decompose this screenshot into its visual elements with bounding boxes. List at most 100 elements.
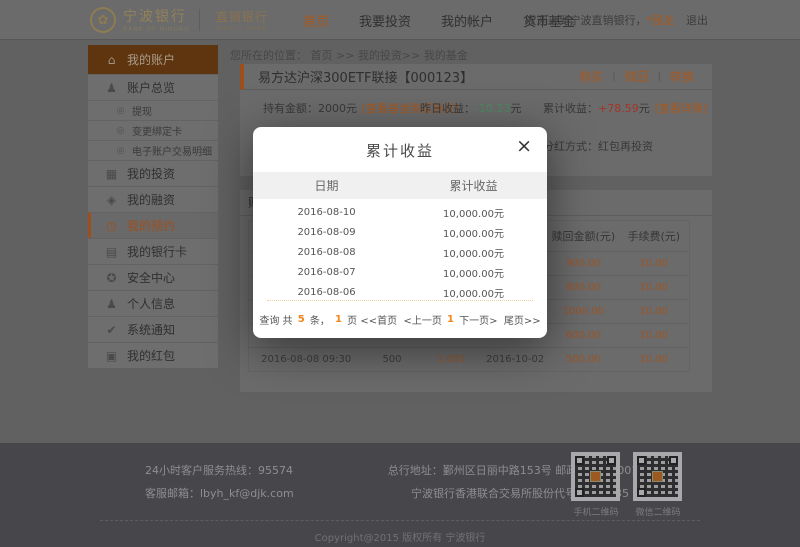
modal-cell: 10,000.00元 bbox=[443, 208, 504, 220]
fund-action-1[interactable]: 赎回 bbox=[625, 68, 649, 85]
top-header: ✿ 宁波银行 BANK OF NINGBO 直销银行 DIRECT BANK 首… bbox=[0, 0, 800, 40]
invest-icon: ▦ bbox=[105, 166, 118, 181]
action-divider: | bbox=[612, 71, 616, 82]
pager-link[interactable]: 尾页>> bbox=[501, 312, 541, 327]
redeem-cell: 10.00 bbox=[639, 258, 669, 269]
footer-hotline: 24小时客户服务热线：95574 bbox=[145, 464, 293, 477]
yesterday-earning-field: 昨日收益：-10.23元 bbox=[420, 102, 522, 115]
modal-cell: 10,000.00元 bbox=[443, 288, 504, 300]
fund-title-bar: 易方达沪深300ETF联接【000123】 购买 | 赎回 | 转换 bbox=[240, 64, 712, 90]
bank-name-cn: 宁波银行 bbox=[123, 9, 187, 25]
fund-action-0[interactable]: 购买 bbox=[579, 68, 603, 85]
sidebar-item-label: 我的预约 bbox=[127, 219, 176, 233]
dividend-method-label: 分红方式： bbox=[543, 140, 598, 153]
sidebar-item-label: 提现 bbox=[132, 107, 152, 118]
sidebar-item-9[interactable]: ✪ 安全中心 bbox=[88, 264, 218, 290]
redeem-header-cell: 赎回金额(元) bbox=[551, 230, 616, 243]
sidebar-item-12[interactable]: ▣ 我的红包 bbox=[88, 342, 218, 368]
logout-button[interactable]: 退出 bbox=[686, 12, 708, 28]
sidebar-item-label: 账户总览 bbox=[127, 81, 176, 95]
sidebar-item-label: 我的账户 bbox=[127, 53, 176, 67]
cumulative-earning-label: 累计收益： bbox=[543, 102, 598, 115]
modal-table-row: 2016-08-08 10,000.00元 bbox=[253, 242, 547, 262]
sidebar-item-label: 我的红包 bbox=[127, 349, 176, 363]
sub_bullet-icon: ◎ bbox=[116, 105, 125, 116]
home-icon: ⌂ bbox=[107, 52, 116, 67]
direct-bank-en: DIRECT BANK bbox=[215, 24, 268, 32]
nav-item-1[interactable]: 我要投资 bbox=[359, 11, 411, 30]
pager-text: 页 bbox=[343, 316, 361, 327]
pager-text: 查询 共 bbox=[259, 316, 296, 327]
redeem-cell: 500.00 bbox=[565, 354, 601, 365]
redeem-cell: 800.00 bbox=[565, 282, 601, 293]
modal-table-header: 日期 累计收益 bbox=[253, 172, 547, 199]
modal-column-header: 累计收益 bbox=[449, 179, 498, 193]
sidebar-item-label: 安全中心 bbox=[127, 271, 176, 285]
card-icon: ▤ bbox=[105, 244, 118, 259]
close-icon[interactable]: × bbox=[516, 137, 532, 156]
modal-cell: 10,000.00元 bbox=[443, 228, 504, 240]
redeem-cell: 2016-08-08 09:30 bbox=[261, 354, 352, 365]
nav-item-2[interactable]: 我的帐户 bbox=[441, 11, 493, 30]
packet-icon: ▣ bbox=[105, 348, 118, 363]
sidebar-item-7[interactable]: ◷ 我的预约 bbox=[88, 212, 218, 238]
redeem-cell: 10.00 bbox=[639, 282, 669, 293]
pager-link[interactable]: <<首页 bbox=[360, 312, 400, 327]
action-divider: | bbox=[657, 71, 661, 82]
sidebar-item-10[interactable]: ♟ 个人信息 bbox=[88, 290, 218, 316]
sidebar-item-3[interactable]: ◎ 变更绑定卡 bbox=[88, 120, 218, 140]
breadcrumb[interactable]: 您所在的位置： 首页 >> 我的投资>> 我的基金 bbox=[230, 47, 468, 63]
fund-action-2[interactable]: 转换 bbox=[670, 68, 694, 85]
pager-number[interactable]: 1 bbox=[335, 314, 342, 325]
wechat-qr-label: 微信二维码 bbox=[635, 508, 681, 518]
pager-text: 条， bbox=[306, 316, 334, 327]
modal-table-row: 2016-08-10 10,000.00元 bbox=[253, 202, 547, 222]
sidebar-item-label: 我的投资 bbox=[127, 167, 176, 181]
nav-item-0[interactable]: 首页 bbox=[303, 11, 329, 30]
sidebar-item-1[interactable]: ♟ 账户总览 bbox=[88, 74, 218, 100]
sidebar-item-11[interactable]: ✔ 系统通知 bbox=[88, 316, 218, 342]
yesterday-earning-value: -10.23 bbox=[475, 102, 511, 115]
sidebar-item-label: 我的银行卡 bbox=[127, 245, 188, 259]
sidebar-item-6[interactable]: ◈ 我的融资 bbox=[88, 186, 218, 212]
modal-pagination: 查询 共 5 条， 1 页 <<首页 <上一页 1 下一页> 尾页>> bbox=[259, 300, 541, 338]
holding-amount-label: 持有金额： bbox=[263, 102, 318, 115]
sidebar-item-5[interactable]: ▦ 我的投资 bbox=[88, 160, 218, 186]
view-details-link[interactable]: [查看详情] bbox=[655, 102, 708, 115]
wechat-qr-code bbox=[633, 452, 682, 501]
footer-dashed-divider bbox=[100, 520, 700, 521]
redeem-cell: 10.00 bbox=[639, 330, 669, 341]
finance-icon: ◈ bbox=[106, 192, 117, 207]
alarm-icon: ◷ bbox=[106, 218, 117, 233]
sidebar-item-4[interactable]: ◎ 电子账户交易明细 bbox=[88, 140, 218, 160]
redeem-header-cell: 手续费(元) bbox=[627, 230, 681, 243]
redeem-cell: 10.00 bbox=[639, 354, 669, 365]
modal-cell: 2016-08-10 bbox=[297, 206, 356, 218]
sidebar-item-label: 系统通知 bbox=[127, 323, 176, 337]
pager-number[interactable]: 1 bbox=[447, 314, 454, 325]
redeem-cell: 600.00 bbox=[565, 330, 601, 341]
welcome-bar: 欢迎来到宁波直销银行， *强龙 退出 bbox=[526, 0, 709, 40]
sidebar: ⌂ 我的账户 ♟ 账户总览 ◎ 提现 ◎ 变更绑定卡 ◎ 电子账户交易明细 ▦ 我的投资 ◈ 我的融资 ◷ 我… bbox=[88, 45, 218, 368]
pager-number[interactable]: 5 bbox=[298, 314, 305, 325]
fund-actions: 购买 | 赎回 | 转换 bbox=[579, 68, 694, 85]
pager-link[interactable]: 下一页> bbox=[456, 312, 501, 327]
notify-icon: ✔ bbox=[106, 322, 117, 337]
copyright: Copyright@2015 版权所有 宁波银行 bbox=[314, 533, 486, 544]
logo-divider bbox=[198, 8, 200, 31]
sidebar-item-2[interactable]: ◎ 提现 bbox=[88, 100, 218, 120]
dividend-method-field: 分红方式：红包再投资 bbox=[543, 138, 653, 154]
person-icon: ♟ bbox=[106, 296, 117, 311]
username-link[interactable]: *强龙 bbox=[647, 12, 675, 28]
mobile-qr-label: 手机二维码 bbox=[573, 508, 619, 518]
sidebar-item-label: 变更绑定卡 bbox=[132, 127, 182, 138]
sub_bullet-icon: ◎ bbox=[116, 125, 125, 136]
sidebar-item-0[interactable]: ⌂ 我的账户 bbox=[88, 45, 218, 74]
sidebar-item-label: 个人信息 bbox=[127, 297, 176, 311]
bank-logo: ✿ 宁波银行 BANK OF NINGBO 直销银行 DIRECT BANK bbox=[90, 6, 268, 33]
sidebar-item-8[interactable]: ▤ 我的银行卡 bbox=[88, 238, 218, 264]
pager-link[interactable]: <上一页 bbox=[400, 312, 445, 327]
modal-title: 累计收益 bbox=[365, 142, 434, 160]
modal-cell: 2016-08-09 bbox=[297, 226, 356, 238]
cumulative-earning-field: 累计收益：+78.59元 [查看详情] bbox=[543, 102, 708, 115]
